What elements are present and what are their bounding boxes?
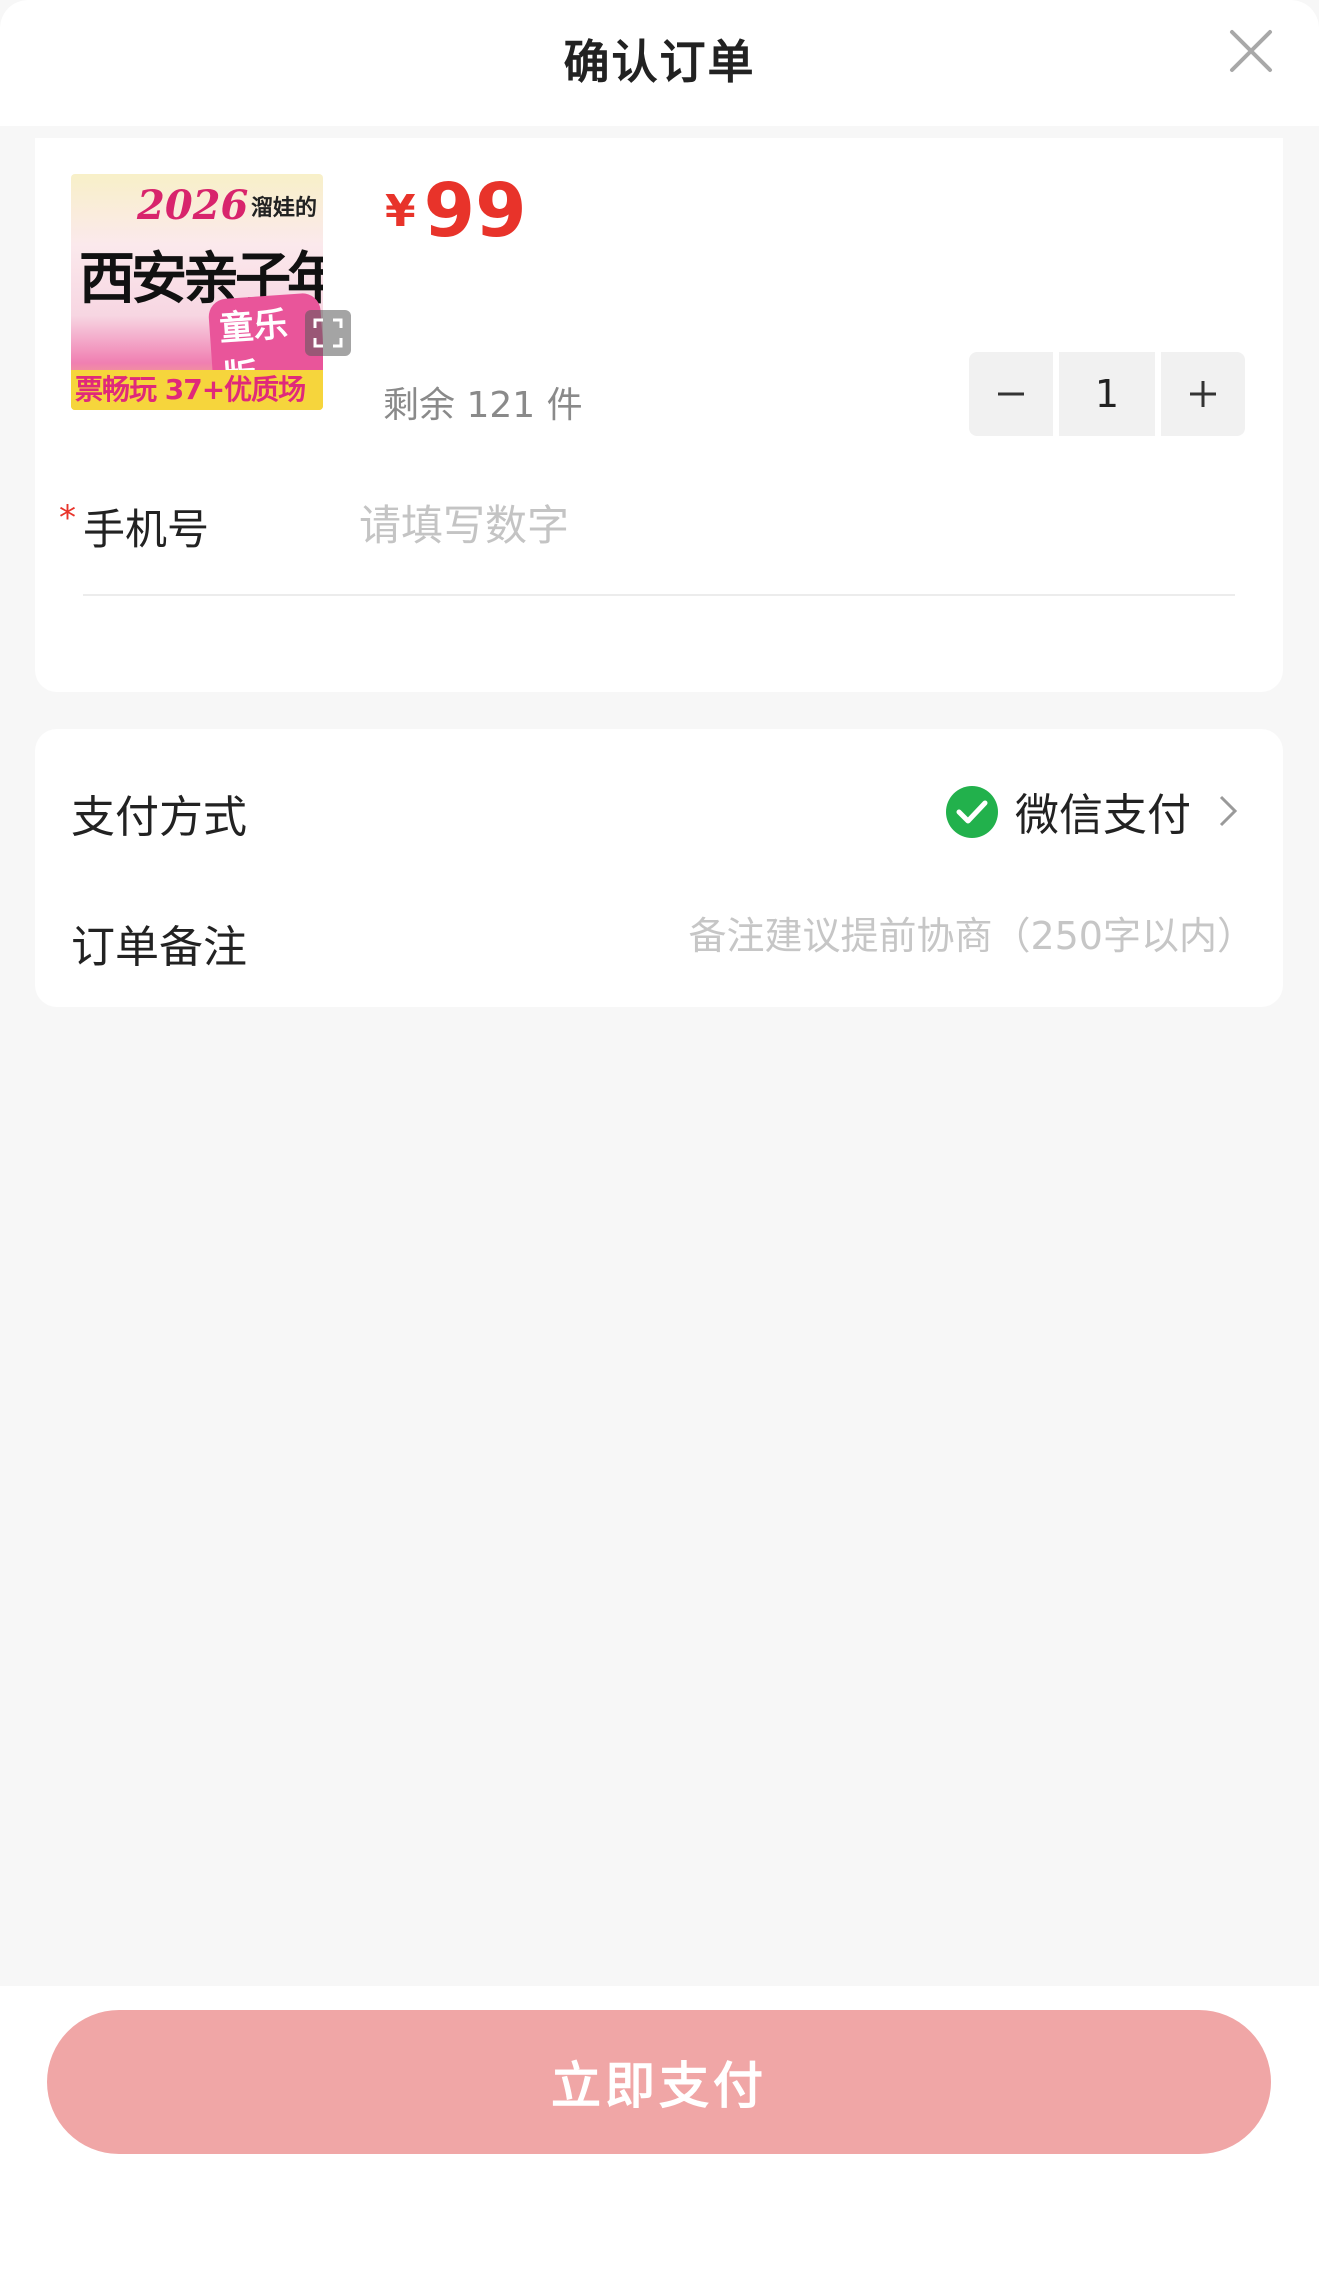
wechat-pay-icon (946, 786, 998, 838)
phone-input[interactable] (359, 490, 1239, 560)
price: ¥99 (385, 168, 527, 254)
phone-label: 手机号 (83, 505, 210, 554)
thumbnail-year: 2026 (137, 182, 249, 229)
required-mark: * (59, 498, 76, 538)
payment-card: 支付方式 微信支付 订单备注 (35, 729, 1283, 1007)
payment-method-label: 支付方式 (71, 792, 247, 843)
order-remark-input[interactable] (595, 901, 1255, 971)
payment-method-row[interactable]: 支付方式 微信支付 (35, 749, 1283, 869)
price-value: 99 (423, 168, 527, 254)
quantity-increase-button[interactable] (1161, 352, 1245, 436)
pay-now-button[interactable]: 立即支付 (47, 2010, 1271, 2154)
quantity-decrease-button[interactable] (969, 352, 1053, 436)
footer-bar: 立即支付 (0, 1986, 1319, 2280)
order-remark-label: 订单备注 (71, 922, 247, 973)
sheet-header: 确认订单 (0, 0, 1319, 126)
order-sheet: 确认订单 2026 溜娃的 西安亲子年 童乐版 票畅玩 37+优质场 ¥99 剩… (0, 0, 1319, 2280)
thumbnail-tag: 溜娃的 (251, 196, 318, 221)
payment-method-value: 微信支付 (1015, 790, 1191, 841)
chevron-right-icon (1219, 795, 1238, 827)
phone-field-row: * 手机号 (59, 490, 1259, 580)
product-card: 2026 溜娃的 西安亲子年 童乐版 票畅玩 37+优质场 ¥99 剩余 121… (35, 138, 1283, 692)
page-title: 确认订单 (563, 35, 756, 89)
stock-remaining: 剩余 121 件 (383, 385, 583, 426)
quantity-stepper: 1 (969, 352, 1245, 436)
currency-symbol: ¥ (385, 186, 416, 237)
expand-image-icon[interactable] (305, 310, 351, 356)
field-divider (83, 594, 1235, 596)
minus-icon (998, 392, 1024, 396)
quantity-value[interactable]: 1 (1059, 352, 1155, 436)
product-thumbnail[interactable]: 2026 溜娃的 西安亲子年 童乐版 票畅玩 37+优质场 (71, 174, 323, 410)
plus-icon (1190, 381, 1216, 407)
thumbnail-strip: 票畅玩 37+优质场 (71, 370, 323, 410)
order-remark-row: 订单备注 (35, 879, 1283, 999)
close-icon[interactable] (1222, 22, 1280, 80)
